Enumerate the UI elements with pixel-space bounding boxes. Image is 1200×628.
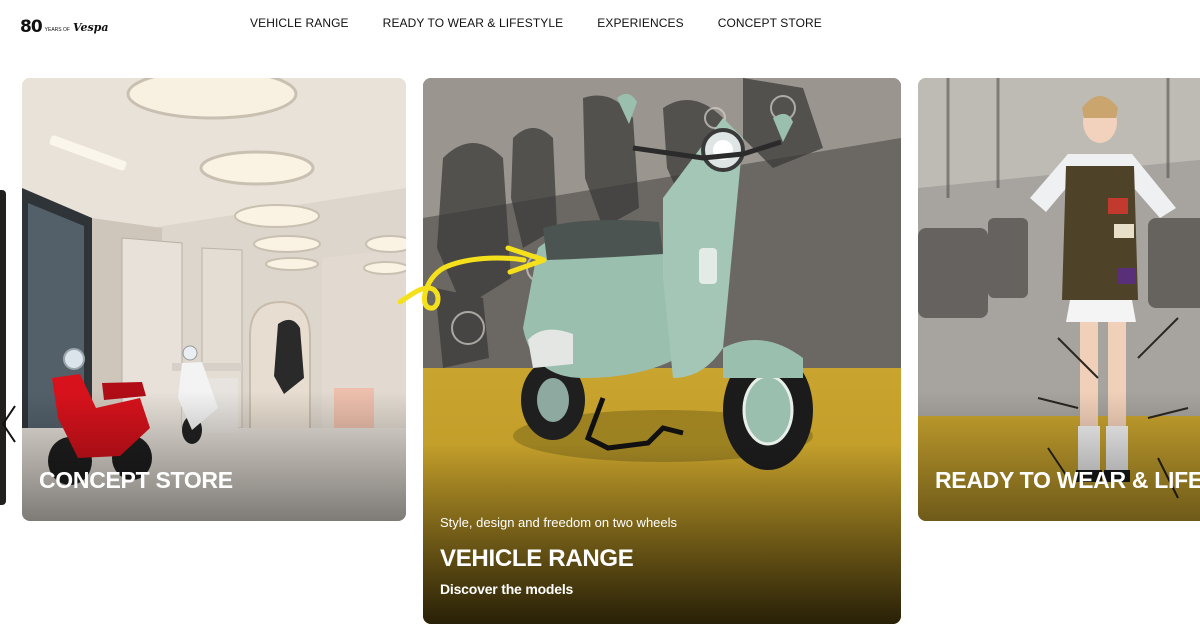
discover-models-link[interactable]: Discover the models [440, 581, 573, 597]
nav-experiences[interactable]: EXPERIENCES [597, 16, 683, 30]
card-title: CONCEPT STORE [39, 467, 233, 493]
nav-concept-store[interactable]: CONCEPT STORE [718, 16, 822, 30]
main-nav: VEHICLE RANGE READY TO WEAR & LIFESTYLE … [250, 16, 822, 30]
card-gradient [918, 391, 1200, 521]
previous-card-edge[interactable] [0, 190, 6, 505]
logo-number: 80 [20, 17, 43, 37]
nav-ready-to-wear[interactable]: READY TO WEAR & LIFESTYLE [383, 16, 564, 30]
card-title: VEHICLE RANGE [440, 545, 634, 572]
chevron-left-icon[interactable] [0, 404, 18, 444]
vespa-80-years-logo[interactable]: 80 YEARS OF Vespa [20, 14, 109, 36]
concept-store-card[interactable]: CONCEPT STORE [22, 78, 406, 521]
logo-small-text: YEARS OF [44, 27, 70, 33]
site-header: 80 YEARS OF Vespa VEHICLE RANGE READY TO… [0, 0, 1200, 48]
card-subtitle: Style, design and freedom on two wheels [440, 515, 678, 530]
vehicle-range-card[interactable]: Style, design and freedom on two wheels … [423, 78, 901, 624]
logo-brand: Vespa [72, 21, 109, 34]
card-title: READY TO WEAR & LIFESTYLE [935, 467, 1200, 493]
card-gradient [423, 444, 901, 624]
ready-to-wear-card[interactable]: READY TO WEAR & LIFESTYLE [918, 78, 1200, 521]
nav-vehicle-range[interactable]: VEHICLE RANGE [250, 16, 349, 30]
card-gradient [22, 391, 406, 521]
